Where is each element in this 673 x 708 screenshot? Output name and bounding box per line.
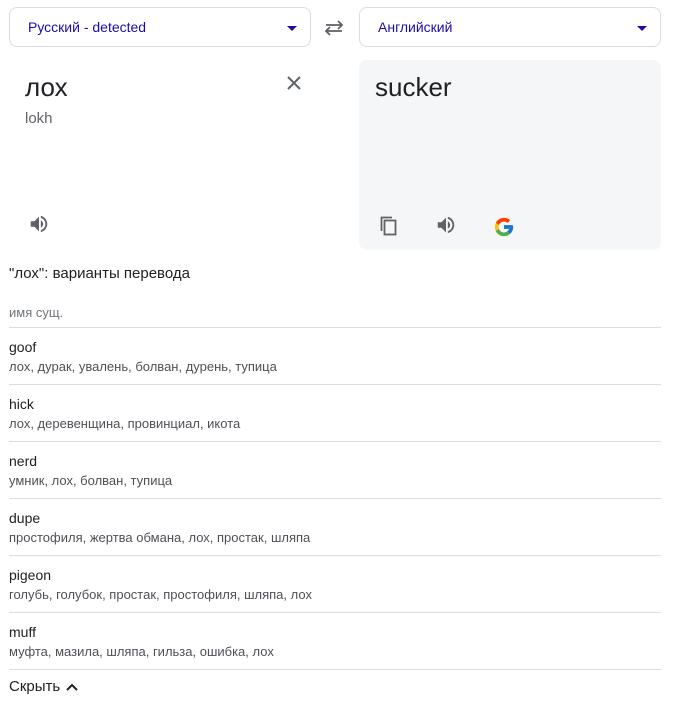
variant-synonyms: голубь, голубок, простак, простофиля, шл… bbox=[9, 587, 312, 602]
variant-row[interactable]: pigeon голубь, голубок, простак, простоф… bbox=[9, 566, 661, 603]
variant-synonyms: простофиля, жертва обмана, лох, простак,… bbox=[9, 530, 311, 545]
clear-text-button[interactable] bbox=[283, 72, 305, 94]
close-icon bbox=[287, 76, 301, 90]
variant-synonyms: лох, деревенщина, провинциал, икота bbox=[9, 416, 241, 431]
copy-icon bbox=[380, 216, 397, 236]
variant-synonyms: лох, дурак, увалень, болван, дурень, туп… bbox=[9, 359, 277, 374]
variant-synonyms: умник, лох, болван, тупица bbox=[9, 473, 173, 488]
variant-word: dupe bbox=[9, 510, 41, 526]
source-language-label: Русский - detected bbox=[28, 19, 147, 35]
variant-word: pigeon bbox=[9, 567, 52, 583]
variant-row[interactable]: dupe простофиля, жертва обмана, лох, про… bbox=[9, 509, 661, 546]
chevron-up-icon bbox=[66, 683, 78, 691]
translation-panel: sucker bbox=[359, 60, 661, 250]
source-listen-button[interactable] bbox=[25, 210, 53, 238]
google-translate-button[interactable] bbox=[490, 213, 518, 241]
variant-word: hick bbox=[9, 396, 34, 412]
source-transliteration: lokh bbox=[25, 110, 53, 127]
target-language-select[interactable]: Английский bbox=[359, 7, 661, 47]
variants-title: "лох": варианты перевода bbox=[9, 265, 190, 282]
variant-synonyms: муфта, мазила, шляпа, гильза, ошибка, ло… bbox=[9, 644, 274, 659]
divider bbox=[9, 441, 661, 442]
divider bbox=[9, 555, 661, 556]
hide-label: Скрыть bbox=[9, 678, 61, 695]
google-logo-icon bbox=[494, 217, 514, 237]
chevron-down-icon bbox=[287, 26, 297, 31]
target-language-label: Английский bbox=[378, 19, 453, 35]
swap-languages-button[interactable] bbox=[321, 16, 347, 40]
divider bbox=[9, 498, 661, 499]
swap-arrows-icon bbox=[324, 20, 344, 36]
translation-text: sucker bbox=[375, 72, 452, 102]
source-text-input[interactable]: лох bbox=[25, 72, 68, 103]
copy-button[interactable] bbox=[375, 212, 403, 240]
part-of-speech-label: имя сущ. bbox=[9, 305, 64, 320]
translation-listen-button[interactable] bbox=[432, 211, 460, 239]
variant-row[interactable]: nerd умник, лох, болван, тупица bbox=[9, 452, 661, 489]
source-language-select[interactable]: Русский - detected bbox=[9, 7, 311, 47]
speaker-icon bbox=[30, 215, 48, 233]
variant-row[interactable]: hick лох, деревенщина, провинциал, икота bbox=[9, 395, 661, 432]
speaker-icon bbox=[437, 216, 455, 234]
divider bbox=[9, 669, 661, 670]
chevron-down-icon bbox=[637, 26, 647, 31]
source-panel: лох lokh bbox=[9, 60, 311, 250]
divider bbox=[9, 327, 661, 328]
hide-variants-button[interactable]: Скрыть bbox=[9, 678, 78, 695]
variant-word: goof bbox=[9, 339, 37, 355]
variant-row[interactable]: goof лох, дурак, увалень, болван, дурень… bbox=[9, 338, 661, 375]
variant-row[interactable]: muff муфта, мазила, шляпа, гильза, ошибк… bbox=[9, 623, 661, 660]
divider bbox=[9, 612, 661, 613]
variant-word: nerd bbox=[9, 453, 38, 469]
divider bbox=[9, 384, 661, 385]
variant-word: muff bbox=[9, 624, 36, 640]
